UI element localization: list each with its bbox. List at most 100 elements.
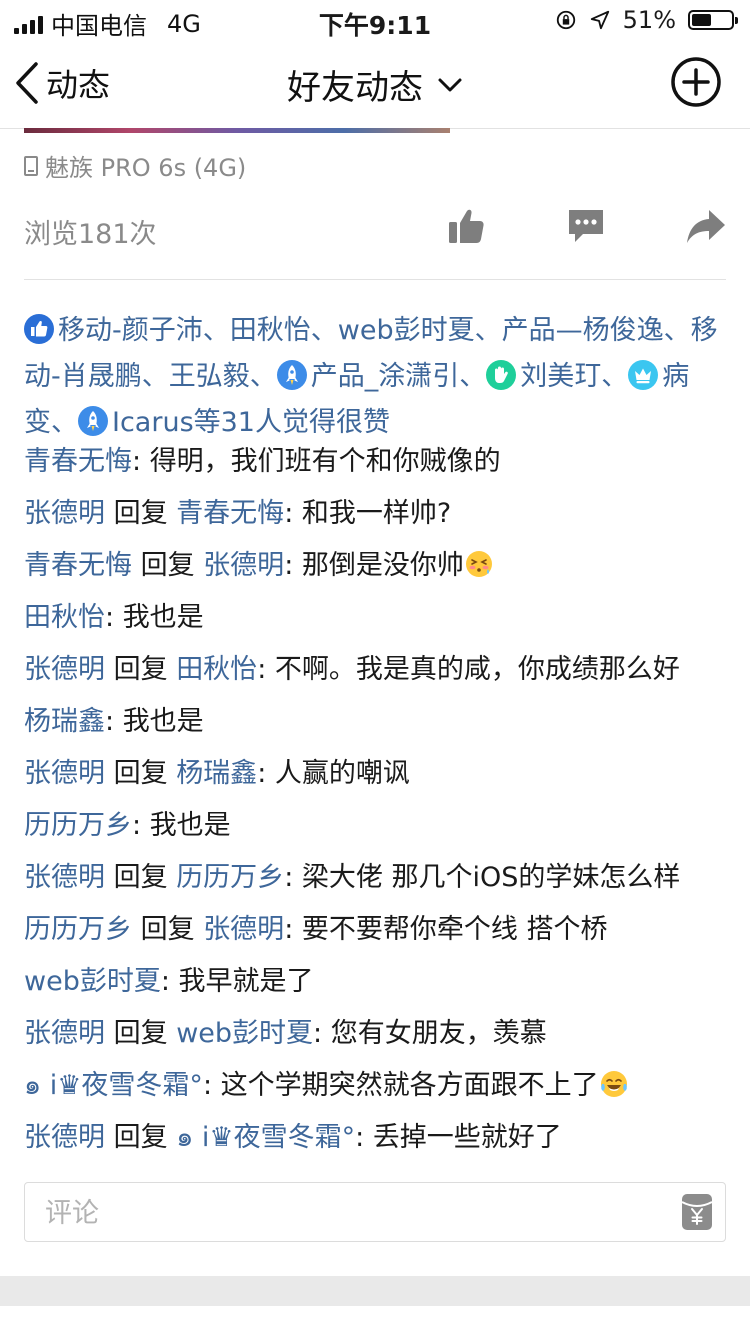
comment-row[interactable]: 张德明 回复 杨瑞鑫: 人赢的嘲讽 [24,748,730,800]
reply-word: 回复 [113,758,168,789]
comment-author[interactable]: ๑ i♛夜雪冬霜° [24,1070,203,1101]
comment-author[interactable]: web彭时夏 [24,966,161,997]
hand-badge-icon [486,360,517,390]
rocket-badge-icon [276,360,307,390]
reply-word: 回复 [113,1018,168,1049]
liker-name[interactable]: 田秋怡、 [230,315,338,346]
divider [24,279,726,280]
reply-word: 回复 [113,862,168,893]
comment-row[interactable]: 青春无悔 回复 张德明: 那倒是没你帅 [24,540,730,592]
page-title: 好友动态 [287,68,423,108]
comment-author[interactable]: 历历万乡 [24,810,132,841]
comment-row[interactable]: 杨瑞鑫: 我也是 [24,696,730,748]
reply-word: 回复 [113,654,168,685]
liker-name[interactable]: Icarus等31人觉得很赞 [112,407,390,438]
reply-target[interactable]: 历历万乡 [176,862,284,893]
comment-author[interactable]: 历历万乡 [24,914,132,945]
share-button[interactable] [686,206,726,246]
reply-word: 回复 [140,550,195,581]
comment-text: 人赢的嘲讽 [274,758,410,789]
reply-word: 回复 [140,914,195,945]
chevron-down-icon [438,78,462,91]
reply-target[interactable]: ๑ i♛夜雪冬霜° [176,1122,355,1153]
nav-title-dropdown[interactable]: 好友动态 [0,60,750,109]
comment-row[interactable]: 张德明 回复 田秋怡: 不啊。我是真的咸，你成绩那么好 [24,644,730,696]
reply-target[interactable]: web彭时夏 [176,1018,313,1049]
shy-face-emoji-icon [464,545,494,577]
likes-list: 移动-颜子沛、田秋怡、web彭时夏、产品—杨俊逸、移动-肖晟鹏、王弘毅、 产品_涂… [24,308,730,446]
comment-row[interactable]: 青春无悔: 得明，我们班有个和你贼像的 [24,436,730,488]
comment-button[interactable] [566,206,606,246]
battery-fill [692,14,712,26]
comment-row[interactable]: 张德明 回复 历历万乡: 梁大佬 那几个iOS的学妹怎么样 [24,852,730,904]
comment-author[interactable]: 张德明 [24,862,105,893]
comment-text: 得明，我们班有个和你贼像的 [149,446,501,477]
comment-row[interactable]: 历历万乡: 我也是 [24,800,730,852]
comment-row[interactable]: 田秋怡: 我也是 [24,592,730,644]
crown-badge-icon [628,360,659,390]
comment-row[interactable]: ๑ i♛夜雪冬霜°: 这个学期突然就各方面跟不上了 [24,1060,730,1112]
tears-of-joy-emoji-icon [599,1065,629,1097]
comment-text: 我也是 [149,810,231,841]
battery-percent: 51% [622,6,676,34]
comment-author[interactable]: 青春无悔 [24,446,132,477]
comment-row[interactable]: 张德明 回复 ๑ i♛夜雪冬霜°: 丢掉一些就好了 [24,1112,730,1164]
comment-author[interactable]: 张德明 [24,1018,105,1049]
status-right: 51% [555,6,738,34]
comment-text: 我也是 [122,706,204,737]
comment-author[interactable]: 杨瑞鑫 [24,706,105,737]
comment-author[interactable]: 张德明 [24,758,105,789]
liker-name[interactable]: 王弘毅、 [169,361,277,392]
comment-row[interactable]: 张德明 回复 web彭时夏: 您有女朋友，羡慕 [24,1008,730,1060]
red-packet-icon[interactable] [681,1193,713,1231]
add-button[interactable] [670,56,722,108]
liker-name[interactable]: 产品—杨俊逸、 [502,315,691,346]
post-image-edge[interactable] [24,128,450,133]
comment-author[interactable]: 青春无悔 [24,550,132,581]
comment-input[interactable] [43,1195,647,1231]
battery-icon [688,10,738,30]
liker-name[interactable]: 产品_涂潇引、 [311,361,487,392]
like-button[interactable] [446,206,486,246]
comment-author[interactable]: 张德明 [24,654,105,685]
comment-text: 我也是 [122,602,204,633]
comment-text: 我早就是了 [178,966,314,997]
comment-text: 不啊。我是真的咸，你成绩那么好 [274,654,680,685]
bottom-separator [0,1276,750,1306]
reply-word: 回复 [113,1122,168,1153]
liker-name[interactable]: 移动-颜子沛、 [58,315,230,346]
liker-name[interactable]: web彭时夏、 [338,315,502,346]
nav-bar: 动态 好友动态 [0,40,750,129]
comment-row[interactable]: web彭时夏: 我早就是了 [24,956,730,1008]
comment-text: 梁大佬 那几个iOS的学妹怎么样 [301,862,681,893]
comment-text: 丢掉一些就好了 [372,1122,562,1153]
reply-target[interactable]: 张德明 [203,550,284,581]
reply-target[interactable]: 田秋怡 [176,654,257,685]
comment-text: 和我一样帅? [301,498,452,529]
comment-text: 那倒是没你帅 [301,550,464,581]
rocket-badge-icon [78,406,108,436]
orientation-lock-icon [556,10,575,30]
reply-word: 回复 [113,498,168,529]
comment-author[interactable]: 张德明 [24,498,105,529]
device-info: 魅族 PRO 6s (4G) [24,148,246,183]
reply-target[interactable]: 张德明 [203,914,284,945]
status-bar: 中国电信 4G 下午9:11 51% [0,0,750,40]
comment-text: 要不要帮你牵个线 搭个桥 [301,914,608,945]
view-count: 浏览181次 [24,219,157,250]
comment-box[interactable] [24,1182,726,1242]
comment-text: 您有女朋友，羡慕 [330,1018,547,1049]
reply-target[interactable]: 杨瑞鑫 [176,758,257,789]
thumb-badge-icon [24,314,54,344]
comments-list: 青春无悔: 得明，我们班有个和你贼像的 张德明 回复 青春无悔: 和我一样帅? 青春… [24,436,730,1164]
comment-author[interactable]: 张德明 [24,1122,105,1153]
liker-name[interactable]: 刘美玎、 [520,361,628,392]
reply-target[interactable]: 青春无悔 [176,498,284,529]
device-label: 魅族 PRO 6s (4G) [45,154,247,182]
comment-text: 这个学期突然就各方面跟不上了 [220,1070,599,1101]
location-arrow-icon [590,10,609,30]
phone-icon [24,155,38,176]
comment-author[interactable]: 田秋怡 [24,602,105,633]
comment-row[interactable]: 张德明 回复 青春无悔: 和我一样帅? [24,488,730,540]
comment-row[interactable]: 历历万乡 回复 张德明: 要不要帮你牵个线 搭个桥 [24,904,730,956]
